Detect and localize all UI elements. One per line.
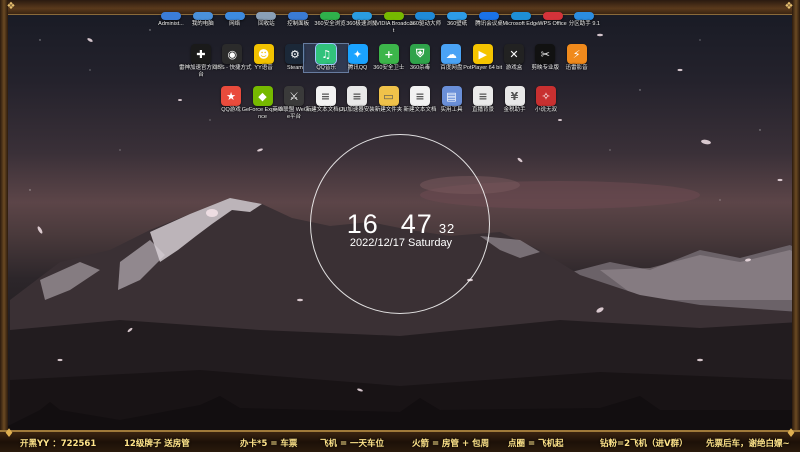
network-icon — [224, 12, 245, 20]
ticker-item: 钻粉=2飞机（进V群） — [600, 439, 688, 449]
file-icon: ≡ — [347, 86, 367, 106]
geforce-icon: ◆ — [252, 86, 273, 106]
game-box-icon: ✕ — [504, 44, 524, 64]
desktop-shortcut[interactable]: 分区助手 9.1 — [562, 12, 606, 38]
bar-emblem-left-icon: ♦ — [3, 426, 15, 440]
xunlei-icon: ⚡ — [566, 44, 587, 64]
thunder-icon: ✚ — [191, 44, 211, 64]
meeting-icon — [479, 12, 499, 20]
steam-icon: ⚙ — [284, 44, 305, 64]
user-folder-icon — [161, 12, 181, 20]
clock-date: 2022/12/17 Saturday — [349, 237, 453, 249]
360-safe-icon: + — [378, 44, 399, 64]
clock-minute: 47 — [400, 209, 433, 239]
antivirus-icon: ⛨ — [410, 44, 431, 64]
desktop-shortcut[interactable]: ✧ 小说无双 — [524, 86, 568, 114]
qq-game-icon: ★ — [221, 86, 241, 106]
wps-icon — [542, 12, 563, 20]
stream-ticker-bar: ♦ ♦ 开黑YY ：722561 12级牌子 送房管 办卡*5 = 车票 飞机 … — [0, 426, 800, 452]
ticker-item: 先票后车，谢绝白嫖~ — [706, 439, 790, 449]
potplayer-icon: ▶ — [472, 44, 493, 64]
driver-icon — [415, 12, 436, 20]
text-file-icon: ≡ — [410, 86, 430, 106]
decorative-frame-left — [0, 0, 8, 450]
nvidia-icon — [383, 12, 404, 20]
desktop-clock-widget: 16 47 32 2022/12/17 Saturday — [310, 134, 490, 314]
ticker-item: 火箭 = 房管 + 包周 — [412, 439, 490, 449]
corner-ornament-icon: ❖ — [784, 1, 794, 12]
edge-icon — [510, 12, 531, 20]
recycle-bin-icon — [256, 12, 277, 20]
ticker-item: 开黑YY ：722561 — [20, 439, 97, 449]
decorative-frame-right — [792, 0, 800, 450]
ticker-item: 点圈 = 飞机起 — [508, 439, 564, 449]
partition-icon — [574, 12, 595, 20]
ticker-item: 办卡*5 = 车票 — [240, 439, 298, 449]
qq-music-icon: ♫ — [315, 43, 338, 65]
clock-second: 32 — [438, 221, 456, 236]
tax-icon: ¥ — [504, 86, 525, 106]
desktop-shortcut-label: 迅雷影音 — [565, 65, 588, 71]
clock-hour: 16 — [346, 209, 379, 239]
yy-icon: ☻ — [253, 44, 274, 64]
folder-icon: ▭ — [378, 86, 399, 106]
qq-icon: ✦ — [347, 44, 368, 64]
wallpaper-icon — [447, 12, 468, 20]
tools-icon: ▤ — [441, 86, 462, 106]
ticker-item: 飞机 = 一天车位 — [320, 439, 385, 449]
computer-icon — [192, 12, 213, 20]
jianying-icon: ✂ — [535, 44, 556, 64]
browser-icon — [320, 12, 340, 20]
browser-icon — [351, 12, 372, 20]
ticker-item: 12级牌子 送房管 — [124, 439, 190, 449]
clock-time: 16 47 32 — [311, 209, 491, 240]
file-icon: ≡ — [473, 86, 493, 106]
desktop-shortcut[interactable]: ⚡ 迅雷影音 — [555, 44, 599, 72]
corner-ornament-icon: ❖ — [6, 1, 16, 12]
league-icon: ⚔ — [284, 86, 304, 106]
desktop: ❖ ❖ Administ... 我的电脑 网络 回收站 控制面板 360安全浏览 360极速… — [0, 0, 800, 450]
baidu-pan-icon: ☁ — [441, 44, 462, 64]
control-panel-icon — [288, 12, 309, 20]
obs-icon: ◉ — [222, 44, 243, 64]
desktop-shortcut-label: 小说无双 — [534, 107, 557, 113]
novel-icon: ✧ — [536, 86, 556, 106]
text-file-icon: ≡ — [315, 86, 336, 106]
desktop-shortcut-label: 分区助手 9.1 — [568, 21, 600, 27]
